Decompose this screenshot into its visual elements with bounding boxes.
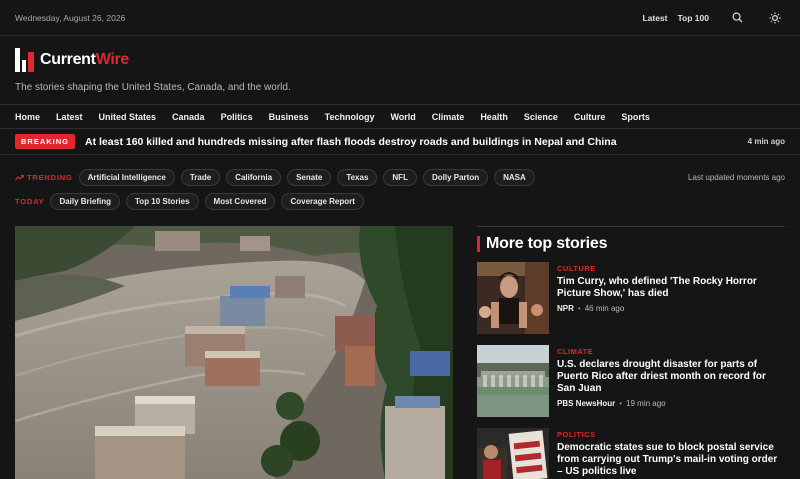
trending-chip[interactable]: Artificial Intelligence xyxy=(78,168,175,186)
nav-canada[interactable]: Canada xyxy=(172,112,205,122)
nav-sports[interactable]: Sports xyxy=(621,112,650,122)
story-headline[interactable]: Tim Curry, who defined 'The Rocky Horror… xyxy=(557,276,785,300)
today-chip[interactable]: Daily Briefing xyxy=(50,192,121,210)
section-title: More top stories xyxy=(477,235,785,253)
trending-chip[interactable]: Senate xyxy=(287,168,332,186)
nav-united-states[interactable]: United States xyxy=(99,112,157,122)
story-category: POLITICS xyxy=(557,430,596,439)
trending-up-icon xyxy=(15,174,24,180)
trending-chip[interactable]: Trade xyxy=(180,168,221,186)
today-label: TODAY xyxy=(15,196,45,206)
theme-toggle-icon[interactable] xyxy=(765,8,785,28)
more-top-stories: More top stories CULTURE Tim Curry, who … xyxy=(477,226,785,479)
today-chip[interactable]: Most Covered xyxy=(204,192,276,210)
site-tagline: The stories shaping the United States, C… xyxy=(15,82,291,93)
logo-mark-icon xyxy=(15,48,34,72)
nav-business[interactable]: Business xyxy=(269,112,309,122)
trending-row: TRENDING Artificial Intelligence Trade C… xyxy=(0,168,800,186)
story-source: NPR xyxy=(557,304,574,313)
trending-chip[interactable]: California xyxy=(226,168,282,186)
today-chip[interactable]: Coverage Report xyxy=(281,192,364,210)
story-headline[interactable]: U.S. declares drought disaster for parts… xyxy=(557,359,785,395)
story-thumbnail[interactable] xyxy=(477,262,549,334)
story-meta: PBS NewsHour • 19 min ago xyxy=(557,399,666,408)
story-headline[interactable]: Democratic states sue to block postal se… xyxy=(557,442,785,478)
breaking-badge: BREAKING xyxy=(15,134,76,149)
nav-culture[interactable]: Culture xyxy=(574,112,606,122)
story-card[interactable]: CLIMATE U.S. declares drought disaster f… xyxy=(477,345,785,417)
nav-home[interactable]: Home xyxy=(15,112,40,122)
nav-health[interactable]: Health xyxy=(480,112,508,122)
site-name: CurrentWire xyxy=(40,51,130,68)
main-nav: Home Latest United States Canada Politic… xyxy=(0,104,800,129)
story-category: CULTURE xyxy=(557,264,596,273)
current-date: Wednesday, August 26, 2026 xyxy=(15,12,126,23)
last-updated: Last updated moments ago xyxy=(688,172,785,182)
story-time: 46 min ago xyxy=(584,304,625,313)
nav-technology[interactable]: Technology xyxy=(325,112,375,122)
nav-world[interactable]: World xyxy=(390,112,415,122)
section-accent-bar xyxy=(477,236,480,252)
story-card[interactable]: POLITICS Democratic states sue to block … xyxy=(477,428,785,479)
top-bar: Wednesday, August 26, 2026 Latest Top 10… xyxy=(0,0,800,36)
story-meta: NPR • 46 min ago xyxy=(557,304,625,313)
today-row: TODAY Daily Briefing Top 10 Stories Most… xyxy=(0,192,800,210)
trending-label: TRENDING xyxy=(15,173,73,182)
breaking-news-bar: BREAKING At least 160 killed and hundred… xyxy=(0,129,800,155)
story-category: CLIMATE xyxy=(557,347,594,356)
trending-chip[interactable]: NFL xyxy=(383,168,417,186)
nav-climate[interactable]: Climate xyxy=(432,112,465,122)
trending-chip[interactable]: Texas xyxy=(337,168,378,186)
trending-chip[interactable]: Dolly Parton xyxy=(422,168,489,186)
top-100-link[interactable]: Top 100 xyxy=(678,13,710,23)
today-chip[interactable]: Top 10 Stories xyxy=(126,192,199,210)
masthead: CurrentWire The stories shaping the Unit… xyxy=(0,36,800,104)
search-icon[interactable] xyxy=(727,8,747,28)
top-bar-actions: Latest Top 100 xyxy=(642,8,785,28)
nav-science[interactable]: Science xyxy=(524,112,558,122)
story-thumbnail[interactable] xyxy=(477,345,549,417)
story-card[interactable]: CULTURE Tim Curry, who defined 'The Rock… xyxy=(477,262,785,334)
breaking-time: 4 min ago xyxy=(747,137,785,146)
story-time: 19 min ago xyxy=(626,399,666,408)
trending-chip[interactable]: NASA xyxy=(494,168,535,186)
nav-latest[interactable]: Latest xyxy=(56,112,83,122)
site-logo[interactable]: CurrentWire xyxy=(15,48,785,72)
hero-image[interactable] xyxy=(15,226,453,479)
nav-politics[interactable]: Politics xyxy=(221,112,253,122)
story-source: PBS NewsHour xyxy=(557,399,616,408)
story-thumbnail[interactable] xyxy=(477,428,549,479)
latest-link[interactable]: Latest xyxy=(642,13,667,23)
breaking-headline[interactable]: At least 160 killed and hundreds missing… xyxy=(85,136,748,148)
